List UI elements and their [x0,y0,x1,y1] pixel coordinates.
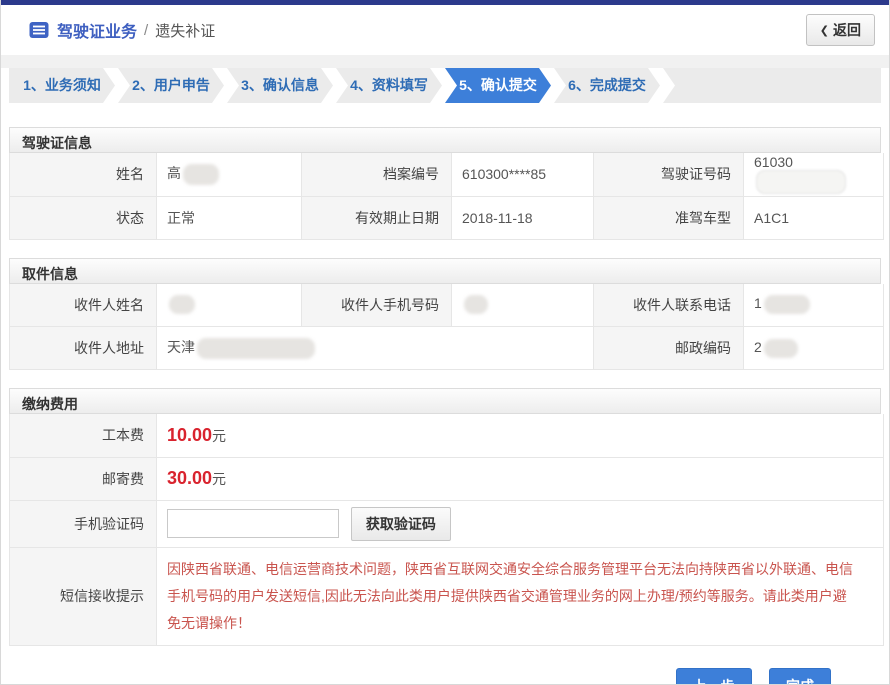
field-label-vehicle-class: 准驾车型 [594,196,744,239]
redaction-mask [756,170,846,194]
field-label-postal-code: 邮政编码 [594,327,744,370]
postage-fee-amount: 30.00 [167,468,212,488]
redaction-mask [197,338,315,359]
redaction-mask [169,295,195,314]
page-header: 驾驶证业务 / 遗失补证 ❮ 返回 [1,5,889,55]
license-info-table: 姓名 高 档案编号 610300****85 驾驶证号码 61030 状态 正常… [9,153,884,240]
field-label-valid-until: 有效期止日期 [302,196,452,239]
section-title-fees: 缴纳费用 [9,388,881,414]
recipient-address-text: 天津 [167,339,195,355]
finish-button[interactable]: 完成 [769,668,831,685]
get-sms-code-button[interactable]: 获取验证码 [351,507,451,541]
sms-notice-text: 因陕西省联通、电信运营商技术问题，陕西省互联网交通安全综合服务管理平台无法向持陕… [167,548,883,646]
table-row: 状态 正常 有效期止日期 2018-11-18 准驾车型 A1C1 [10,196,884,239]
steps-filler [663,68,881,103]
previous-step-button[interactable]: 上一步 [676,668,752,685]
license-no-text: 61030 [754,154,793,170]
field-label-sms-code: 手机验证码 [10,500,157,547]
field-label-postage-fee: 邮寄费 [10,457,157,500]
table-row: 收件人姓名 收件人手机号码 收件人联系电话 1 [10,284,884,327]
table-row: 短信接收提示 因陕西省联通、电信运营商技术问题，陕西省互联网交通安全综合服务管理… [10,547,884,646]
section-title-pickup-info: 取件信息 [9,258,881,284]
field-value-license-no: 61030 [744,153,884,196]
back-button-label: 返回 [833,20,861,40]
field-label-license-no: 驾驶证号码 [594,153,744,196]
section-pickup-info: 取件信息 收件人姓名 收件人手机号码 收件人联系电话 1 收件人地址 [9,258,881,371]
step-complete-submit[interactable]: 6、完成提交 [554,68,660,103]
field-value-recipient-address: 天津 [157,327,594,370]
field-label-recipient-phone: 收件人联系电话 [594,284,744,327]
field-value-recipient-mobile [452,284,594,327]
field-label-name: 姓名 [10,153,157,196]
fees-table: 工本费 10.00元 邮寄费 30.00元 手机验证码 获取验证码 短信接收提 [9,414,884,646]
field-value-postal-code: 2 [744,327,884,370]
breadcrumb-separator: / [144,22,148,39]
redaction-mask [464,295,488,314]
field-label-production-fee: 工本费 [10,414,157,457]
breadcrumb-current-page: 遗失补证 [155,20,215,41]
back-chevron-icon: ❮ [820,24,829,37]
header-divider-strip [1,55,889,68]
field-value-postage-fee: 30.00元 [157,457,884,500]
postal-code-text: 2 [754,339,762,355]
field-label-recipient-address: 收件人地址 [10,327,157,370]
table-row: 姓名 高 档案编号 610300****85 驾驶证号码 61030 [10,153,884,196]
section-title-license-info: 驾驶证信息 [9,127,881,153]
step-confirm-info[interactable]: 3、确认信息 [227,68,333,103]
recipient-phone-text: 1 [754,295,762,311]
field-value-file-no: 610300****85 [452,153,594,196]
field-value-name: 高 [157,153,302,196]
field-value-vehicle-class: A1C1 [744,196,884,239]
field-label-status: 状态 [10,196,157,239]
field-value-production-fee: 10.00元 [157,414,884,457]
step-user-declaration[interactable]: 2、用户申告 [118,68,224,103]
page: 驾驶证业务 / 遗失补证 ❮ 返回 1、业务须知 2、用户申告 3、确认信息 4… [0,0,890,685]
table-row: 邮寄费 30.00元 [10,457,884,500]
table-row: 工本费 10.00元 [10,414,884,457]
breadcrumb-service-title[interactable]: 驾驶证业务 [57,18,137,42]
field-value-valid-until: 2018-11-18 [452,196,594,239]
field-label-file-no: 档案编号 [302,153,452,196]
redaction-mask [764,339,798,358]
postage-fee-unit: 元 [212,471,226,487]
production-fee-amount: 10.00 [167,425,212,445]
name-text: 高 [167,165,181,181]
section-fees: 缴纳费用 工本费 10.00元 邮寄费 30.00元 手机验证码 获取验证码 [9,388,881,646]
footer-actions: 上一步 完成 [9,668,881,685]
field-label-recipient-mobile: 收件人手机号码 [302,284,452,327]
field-value-status: 正常 [157,196,302,239]
step-fill-materials[interactable]: 4、资料填写 [336,68,442,103]
sms-code-input[interactable] [167,509,339,538]
list-icon [29,20,49,40]
redaction-mask [764,295,810,314]
field-label-sms-notice: 短信接收提示 [10,547,157,646]
back-button[interactable]: ❮ 返回 [806,14,875,46]
redaction-mask [183,164,219,185]
field-value-sms-notice: 因陕西省联通、电信运营商技术问题，陕西省互联网交通安全综合服务管理平台无法向持陕… [157,547,884,646]
step-wizard: 1、业务须知 2、用户申告 3、确认信息 4、资料填写 5、确认提交 6、完成提… [9,68,881,103]
pickup-info-table: 收件人姓名 收件人手机号码 收件人联系电话 1 收件人地址 天津 邮政编码 [9,284,884,371]
production-fee-unit: 元 [212,428,226,444]
field-value-recipient-phone: 1 [744,284,884,327]
section-license-info: 驾驶证信息 姓名 高 档案编号 610300****85 驾驶证号码 61030… [9,127,881,240]
table-row: 手机验证码 获取验证码 [10,500,884,547]
field-value-recipient-name [157,284,302,327]
step-confirm-submit[interactable]: 5、确认提交 [445,68,551,103]
table-row: 收件人地址 天津 邮政编码 2 [10,327,884,370]
field-value-sms-code: 获取验证码 [157,500,884,547]
field-label-recipient-name: 收件人姓名 [10,284,157,327]
step-business-notice[interactable]: 1、业务须知 [9,68,115,103]
